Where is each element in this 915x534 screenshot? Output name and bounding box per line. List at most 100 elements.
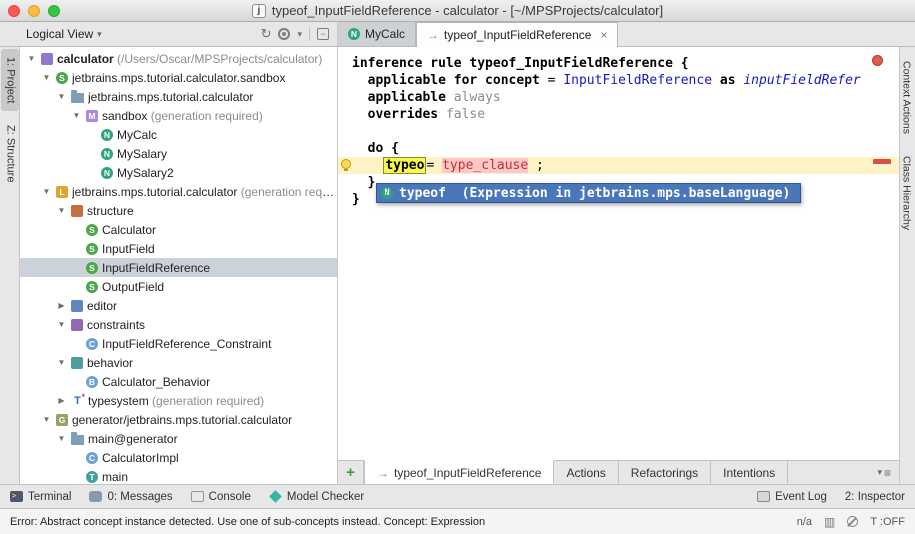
gear-chevron-icon[interactable]: ▾ (297, 28, 302, 40)
tree-item-calculator-behavior[interactable]: BCalculator_Behavior (20, 372, 337, 391)
code-line[interactable]: overrides false (338, 106, 899, 123)
tree-item-text: MySalary (117, 147, 337, 161)
minimize-window-button[interactable] (28, 5, 40, 17)
tree-item-suffix: (generation required) (149, 394, 264, 408)
code-text: } (352, 175, 375, 190)
collapse-arrow-icon[interactable]: ▼ (56, 320, 67, 329)
code-line[interactable]: applicable for concept = InputFieldRefer… (338, 72, 899, 89)
console-icon (191, 491, 204, 502)
collapse-arrow-icon[interactable]: ▼ (41, 73, 52, 82)
bottom-tab-intentions[interactable]: Intentions (711, 461, 788, 484)
tree-item-main[interactable]: Tmain (20, 467, 337, 484)
toolbar-button-model-checker[interactable]: Model Checker (269, 491, 364, 503)
toolbar-button-2-inspector[interactable]: 2: Inspector (845, 491, 905, 503)
intention-bulb-icon[interactable] (341, 159, 351, 169)
code-text (352, 73, 368, 88)
notifications-mute-icon[interactable] (847, 516, 858, 527)
tree-item-text: OutputField (102, 280, 337, 294)
code-area[interactable]: inference rule typeof_InputFieldReferenc… (338, 47, 899, 460)
collapse-arrow-icon[interactable]: ▼ (71, 111, 82, 120)
tree-item-sandbox[interactable]: ▼Msandbox (generation required) (20, 106, 337, 125)
code-text (438, 107, 446, 122)
code-line[interactable]: inference rule typeof_InputFieldReferenc… (338, 55, 899, 72)
tree-item-mysalary[interactable]: NMySalary (20, 144, 337, 163)
tool-window-button-context-actions[interactable]: Context Actions (901, 53, 915, 142)
tool-window-button-class-hierarchy[interactable]: Class Hierarchy (901, 148, 915, 238)
collapse-arrow-icon[interactable]: ▼ (56, 92, 67, 101)
tree-item-label: InputField (102, 242, 155, 256)
collapse-arrow-icon[interactable]: ▼ (41, 415, 52, 424)
add-tab-button[interactable]: + (338, 461, 364, 484)
tree-item-inputfieldreference-constraint[interactable]: CInputFieldReference_Constraint (20, 334, 337, 353)
code-line[interactable]: applicable always (338, 89, 899, 106)
tree-item-structure[interactable]: ▼structure (20, 201, 337, 220)
tool-window-button-z-structure[interactable]: Z: Structure (1, 117, 19, 190)
tree-item-constraints[interactable]: ▼constraints (20, 315, 337, 334)
view-selector-dropdown[interactable]: Logical View ▾ (26, 27, 102, 41)
code-text: false (446, 107, 485, 122)
tree-item-label: MySalary (117, 147, 167, 161)
tree-item-editor[interactable]: ▶ editor (20, 296, 337, 315)
collapse-arrow-icon[interactable]: ▼ (56, 206, 67, 215)
folder-icon (71, 93, 84, 103)
expand-arrow-icon[interactable]: ▶ (56, 396, 67, 405)
error-indicator-icon[interactable] (872, 55, 883, 66)
tree-item-mycalc[interactable]: NMyCalc (20, 125, 337, 144)
bottom-tab-label: typeof_InputFieldReference (394, 466, 541, 480)
tree-item-mysalary2[interactable]: NMySalary2 (20, 163, 337, 182)
tree-item-calculatorimpl[interactable]: CCalculatorImpl (20, 448, 337, 467)
tree-item-label: editor (87, 299, 117, 313)
close-window-button[interactable] (8, 5, 20, 17)
menu-icon: ≡ (884, 466, 891, 480)
typesystem-toggle[interactable]: T :OFF (870, 516, 905, 528)
highlighting-level-icon[interactable]: ▥ (824, 515, 835, 529)
tree-item-label: sandbox (102, 109, 147, 123)
toolbar-button-event-log[interactable]: Event Log (757, 491, 827, 503)
code-line[interactable]: typeo= type_clause ; (338, 157, 899, 174)
tree-item-calculator[interactable]: ▼calculator (/Users/Oscar/MPSProjects/ca… (20, 49, 337, 68)
tree-item-label: main@generator (88, 432, 178, 446)
collapse-arrow-icon[interactable]: ▼ (56, 434, 67, 443)
code-text: ; (528, 158, 544, 173)
editor-tab-typeof-inputfieldreference[interactable]: →typeof_InputFieldReference× (416, 22, 618, 47)
tree-item-jetbrains-mps-tutorial-calculator[interactable]: ▼Ljetbrains.mps.tutorial.calculator (gen… (20, 182, 337, 201)
toolbar-button-label: Model Checker (287, 491, 364, 503)
tree-item-jetbrains-mps-tutorial-calculator-sandbox[interactable]: ▼Sjetbrains.mps.tutorial.calculator.sand… (20, 68, 337, 87)
bottom-tab-actions[interactable]: Actions (554, 461, 618, 484)
toolbar-button-0-messages[interactable]: 0: Messages (89, 491, 172, 503)
toolbar-button-terminal[interactable]: Terminal (10, 491, 71, 503)
collapse-all-icon[interactable]: − (317, 28, 329, 40)
toolbar-button-console[interactable]: Console (191, 491, 251, 503)
tree-item-typesystem[interactable]: ▶Ttypesystem (generation required) (20, 391, 337, 410)
tree-item-behavior[interactable]: ▼behavior (20, 353, 337, 372)
tree-item-calculator[interactable]: SCalculator (20, 220, 337, 239)
editor-tab-mycalc[interactable]: NMyCalc (338, 22, 416, 46)
completion-popup-item[interactable]: N typeof (Expression in jetbrains.mps.ba… (376, 183, 801, 203)
tool-window-button-1-project[interactable]: 1: Project (1, 49, 19, 111)
tree-item-generator-jetbrains-mps-tutorial-calculator[interactable]: ▼Ggenerator/jetbrains.mps.tutorial.calcu… (20, 410, 337, 429)
caret-position[interactable]: n/a (797, 516, 812, 528)
settings-gear-icon[interactable] (278, 28, 290, 40)
collapse-arrow-icon[interactable]: ▼ (26, 54, 37, 63)
tree-item-main-generator[interactable]: ▼ main@generator (20, 429, 337, 448)
terminal-icon (10, 491, 23, 502)
tree-item-inputfieldreference[interactable]: SInputFieldReference (20, 258, 337, 277)
tab-list-menu-icon[interactable]: ▾ ≡ (869, 461, 899, 484)
code-line[interactable]: do { (338, 140, 899, 157)
expand-arrow-icon[interactable]: ▶ (56, 301, 67, 310)
tree-item-outputfield[interactable]: SOutputField (20, 277, 337, 296)
error-stripe-mark[interactable] (873, 159, 891, 164)
tree-item-label: Calculator (102, 223, 156, 237)
tree-item-jetbrains-mps-tutorial-calculator[interactable]: ▼jetbrains.mps.tutorial.calculator (20, 87, 337, 106)
zoom-window-button[interactable] (48, 5, 60, 17)
refresh-icon[interactable]: ↻ (261, 28, 272, 40)
collapse-arrow-icon[interactable]: ▼ (56, 358, 67, 367)
bottom-tab-refactorings[interactable]: Refactorings (619, 461, 711, 484)
tree-item-text: main (102, 470, 337, 484)
tree-item-inputfield[interactable]: SInputField (20, 239, 337, 258)
close-icon[interactable]: × (600, 28, 607, 42)
code-line[interactable] (338, 123, 899, 140)
tree-item-label: jetbrains.mps.tutorial.calculator.sandbo… (72, 71, 285, 85)
bottom-tab-typeof-inputfieldreference[interactable]: →typeof_InputFieldReference (364, 460, 554, 484)
collapse-arrow-icon[interactable]: ▼ (41, 187, 52, 196)
